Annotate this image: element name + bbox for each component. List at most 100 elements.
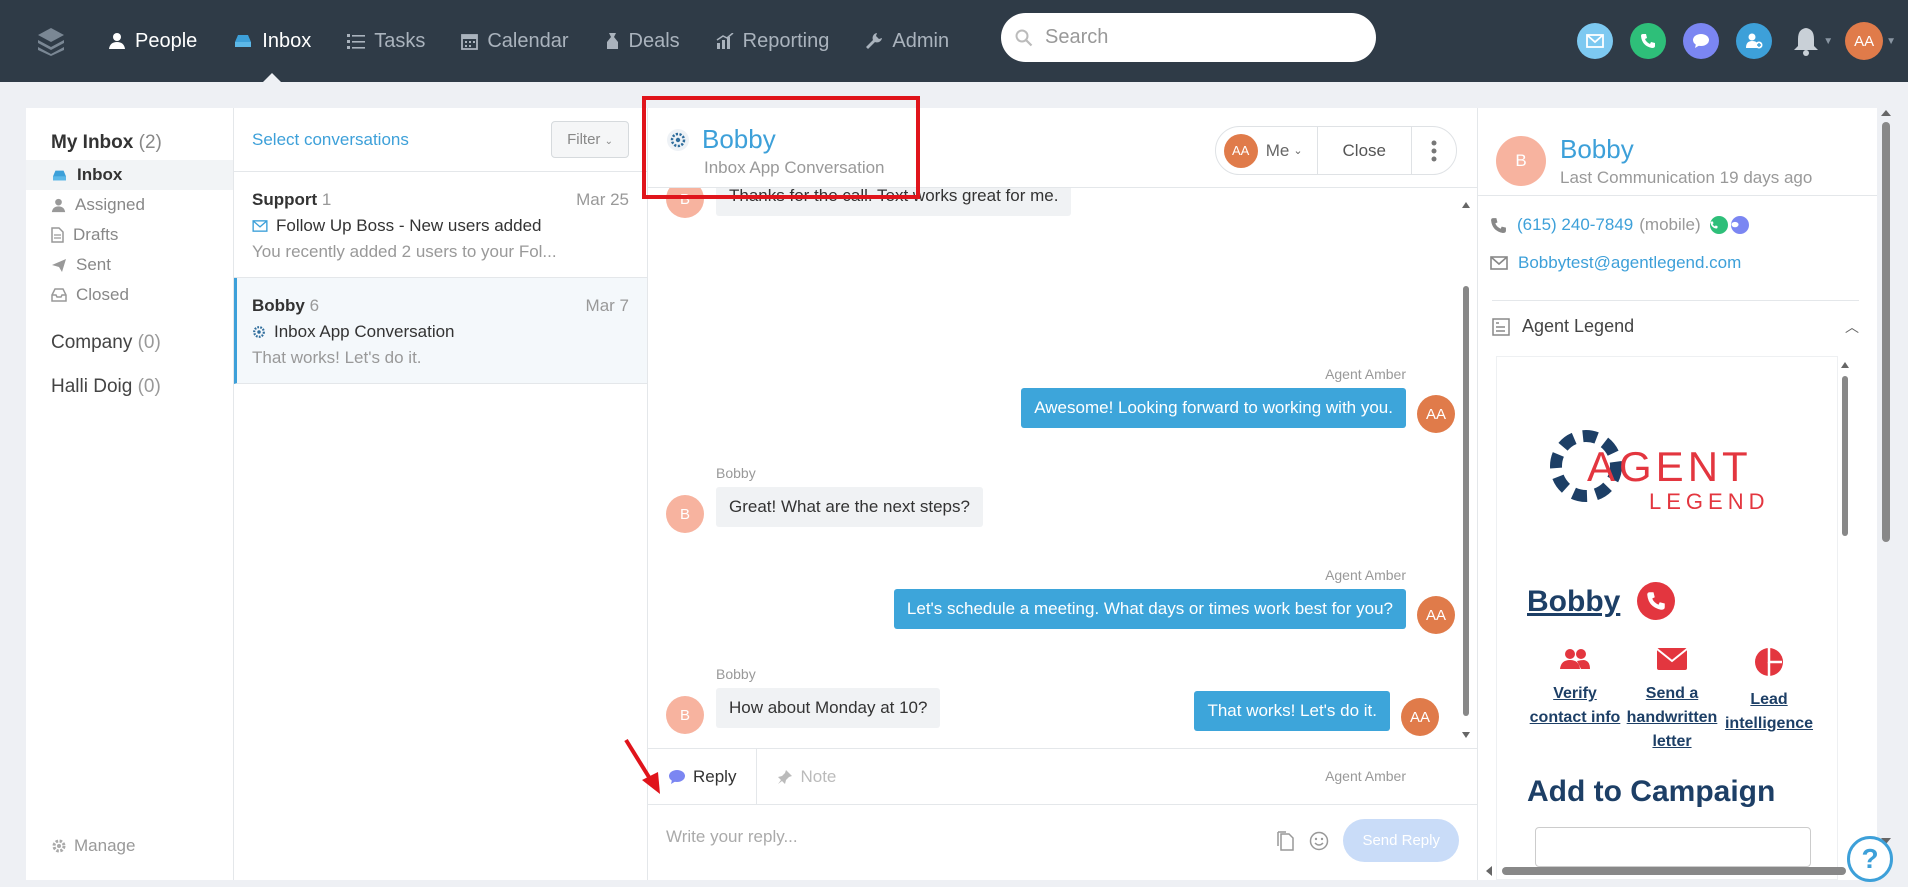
group-label: Halli Doig <box>51 376 133 397</box>
email-address[interactable]: Bobbytest@agentlegend.com <box>1518 253 1741 273</box>
phone-number[interactable]: (615) 240-7849 <box>1517 215 1633 235</box>
nav-inbox[interactable]: Inbox <box>215 0 329 82</box>
chat-scrollbar[interactable] <box>1461 200 1471 740</box>
nav-deals[interactable]: Deals <box>587 0 698 82</box>
widget-contact-link[interactable]: Bobby <box>1527 585 1620 619</box>
avatar: AA <box>1417 596 1455 634</box>
search-input[interactable] <box>1045 26 1345 49</box>
widget-call-button[interactable] <box>1637 582 1675 620</box>
assignee-avatar: AA <box>1223 133 1258 168</box>
message-sender: Agent Amber <box>1325 567 1406 583</box>
agent-legend-logo: AGENT LEGEND <box>1550 430 1764 514</box>
section-label: Agent Legend <box>1522 316 1635 336</box>
verify-contact-info-action[interactable]: Verify contact info <box>1527 647 1623 754</box>
nav-label: Deals <box>628 29 680 52</box>
inbox-icon <box>53 170 66 180</box>
nav-reporting[interactable]: Reporting <box>698 0 848 82</box>
conversation-thread: B Thanks for the call. Text works great … <box>648 108 1477 880</box>
sidebar-item-sent[interactable]: Sent <box>26 250 233 280</box>
send-reply-button[interactable]: Send Reply <box>1343 819 1459 862</box>
sidebar-group-company[interactable]: Company (0) <box>26 332 233 360</box>
phone-type: (mobile) <box>1639 215 1701 234</box>
my-inbox-count: (2) <box>138 132 162 153</box>
emoji-icon[interactable] <box>1309 831 1329 851</box>
filter-button[interactable]: Filter ⌄ <box>551 121 629 158</box>
assignee-dropdown[interactable]: AA Me ⌄ <box>1216 127 1318 174</box>
bell-icon <box>1794 28 1819 56</box>
call-action-button[interactable] <box>1630 23 1667 59</box>
contact-panel: B Bobby Last Communication 19 days ago (… <box>1477 108 1877 880</box>
chevron-down-icon: ▼ <box>1823 35 1834 47</box>
user-avatar[interactable]: AA <box>1845 22 1884 60</box>
chevron-up-icon: ︿ <box>1845 318 1859 335</box>
group-count: (0) <box>137 376 161 397</box>
phone-icon <box>1491 217 1506 233</box>
app-logo-icon[interactable] <box>36 26 66 56</box>
text-phone-button[interactable] <box>1730 216 1749 234</box>
manage-label: Manage <box>74 836 136 855</box>
filter-label: Filter <box>567 131 601 148</box>
sidebar-item-closed[interactable]: Closed <box>26 280 233 310</box>
nav-label: Reporting <box>742 29 830 52</box>
agent-legend-section-header[interactable]: Agent Legend ︿ <box>1492 300 1859 348</box>
horizontal-scrollbar[interactable] <box>1484 864 1856 878</box>
select-conversations-link[interactable]: Select conversations <box>252 130 409 150</box>
text-action-button[interactable] <box>1683 23 1720 59</box>
sidebar-item-label: Sent <box>76 255 111 274</box>
message-bubble-outgoing: Awesome! Looking forward to working with… <box>1021 388 1406 428</box>
sidebar-item-drafts[interactable]: Drafts <box>26 220 233 250</box>
conversation-preview: You recently added 2 users to your Fol..… <box>252 242 557 261</box>
nav-label: Calendar <box>487 29 569 52</box>
more-options-button[interactable] <box>1412 127 1456 174</box>
tab-note[interactable]: Note <box>757 749 856 804</box>
send-handwritten-letter-action[interactable]: Send a handwritten letter <box>1624 647 1720 754</box>
message-bubble-incoming: Great! What are the next steps? <box>716 487 983 527</box>
widget-scrollbar[interactable] <box>1840 360 1850 860</box>
nav-calendar[interactable]: Calendar <box>443 0 586 82</box>
add-contact-button[interactable] <box>1736 23 1773 59</box>
conversation-item[interactable]: Support 1 Mar 25 Follow Up Boss - New us… <box>234 172 647 278</box>
email-action-button[interactable] <box>1577 23 1614 59</box>
envelope-icon <box>1656 648 1688 670</box>
call-phone-button[interactable] <box>1709 216 1728 234</box>
campaign-select[interactable] <box>1535 827 1811 867</box>
global-search[interactable] <box>1001 13 1376 62</box>
pie-chart-icon <box>1755 648 1783 676</box>
assignee-label: Me <box>1265 140 1290 160</box>
inbox-sidebar: My Inbox (2) Inbox Assigned Drafts Sent … <box>26 108 234 880</box>
conversation-date: Mar 25 <box>576 190 629 209</box>
reply-input[interactable] <box>666 827 1246 847</box>
sidebar-group-halli-doig[interactable]: Halli Doig (0) <box>26 376 233 404</box>
nav-people[interactable]: People <box>90 0 215 82</box>
sidebar-item-assigned[interactable]: Assigned <box>26 190 233 220</box>
highlight-box-annotation <box>642 96 920 199</box>
sidebar-item-label: Drafts <box>73 225 119 244</box>
chevron-down-icon[interactable]: ▼ <box>1886 36 1896 47</box>
contact-phone: (615) 240-7849 (mobile) <box>1478 206 1877 244</box>
group-count: (0) <box>137 332 161 353</box>
conversation-name: Support <box>252 190 318 209</box>
manage-button[interactable]: Manage <box>51 836 135 856</box>
chat-bubble-icon <box>1693 34 1710 48</box>
top-right-actions: ▼ AA ▼ <box>1560 0 1908 82</box>
help-button[interactable]: ? <box>1847 836 1893 882</box>
message-bubble-outgoing: Let's schedule a meeting. What days or t… <box>893 589 1406 629</box>
message-list: B Thanks for the call. Text works great … <box>648 188 1477 748</box>
avatar: AA <box>1401 698 1439 736</box>
contact-name[interactable]: Bobby <box>1560 134 1812 165</box>
conversation-item-selected[interactable]: Bobby 6 Mar 7 Inbox App Conversation Tha… <box>234 278 647 384</box>
close-conversation-button[interactable]: Close <box>1318 127 1412 174</box>
lead-intelligence-action[interactable]: Lead intelligence <box>1721 647 1817 754</box>
nav-admin[interactable]: Admin <box>847 0 967 82</box>
sidebar-item-inbox[interactable]: Inbox <box>26 160 233 190</box>
conversation-actions: AA Me ⌄ Close <box>1214 126 1457 175</box>
top-navigation: People Inbox Tasks Calendar Deals Report… <box>0 0 1908 82</box>
notifications-button[interactable]: ▼ <box>1792 26 1833 56</box>
my-inbox-header[interactable]: My Inbox (2) <box>26 108 233 154</box>
chart-icon <box>716 33 734 49</box>
attachment-icon[interactable] <box>1277 830 1295 851</box>
contact-header: B Bobby Last Communication 19 days ago <box>1478 108 1877 196</box>
nav-tasks[interactable]: Tasks <box>329 0 443 82</box>
action-label: Send a handwritten letter <box>1626 685 1718 750</box>
panel-scrollbar[interactable] <box>1877 108 1895 880</box>
